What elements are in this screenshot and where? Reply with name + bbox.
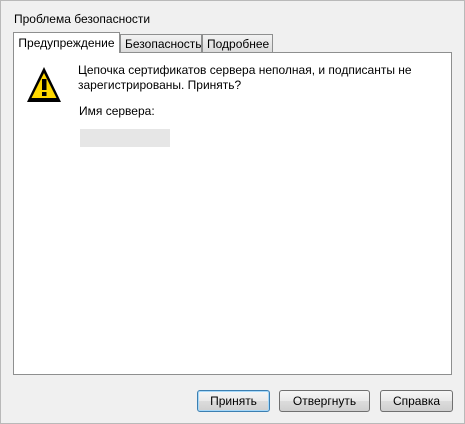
tab-security[interactable]: Безопасность [120, 34, 202, 52]
accept-button[interactable]: Принять [197, 390, 270, 412]
dialog-title: Проблема безопасности [14, 12, 151, 26]
reject-button[interactable]: Отвергнуть [279, 390, 370, 412]
dialog-window: Проблема безопасности Предупреждение Без… [0, 0, 465, 424]
server-name-value [80, 129, 170, 147]
server-name-label: Имя сервера: [79, 104, 155, 118]
tab-details[interactable]: Подробнее [202, 34, 273, 52]
tab-warning[interactable]: Предупреждение [13, 32, 120, 53]
warning-message: Цепочка сертификатов сервера неполная, и… [78, 63, 412, 92]
tab-panel [13, 52, 452, 375]
warning-triangle-icon [27, 67, 61, 102]
help-button[interactable]: Справка [380, 390, 453, 412]
